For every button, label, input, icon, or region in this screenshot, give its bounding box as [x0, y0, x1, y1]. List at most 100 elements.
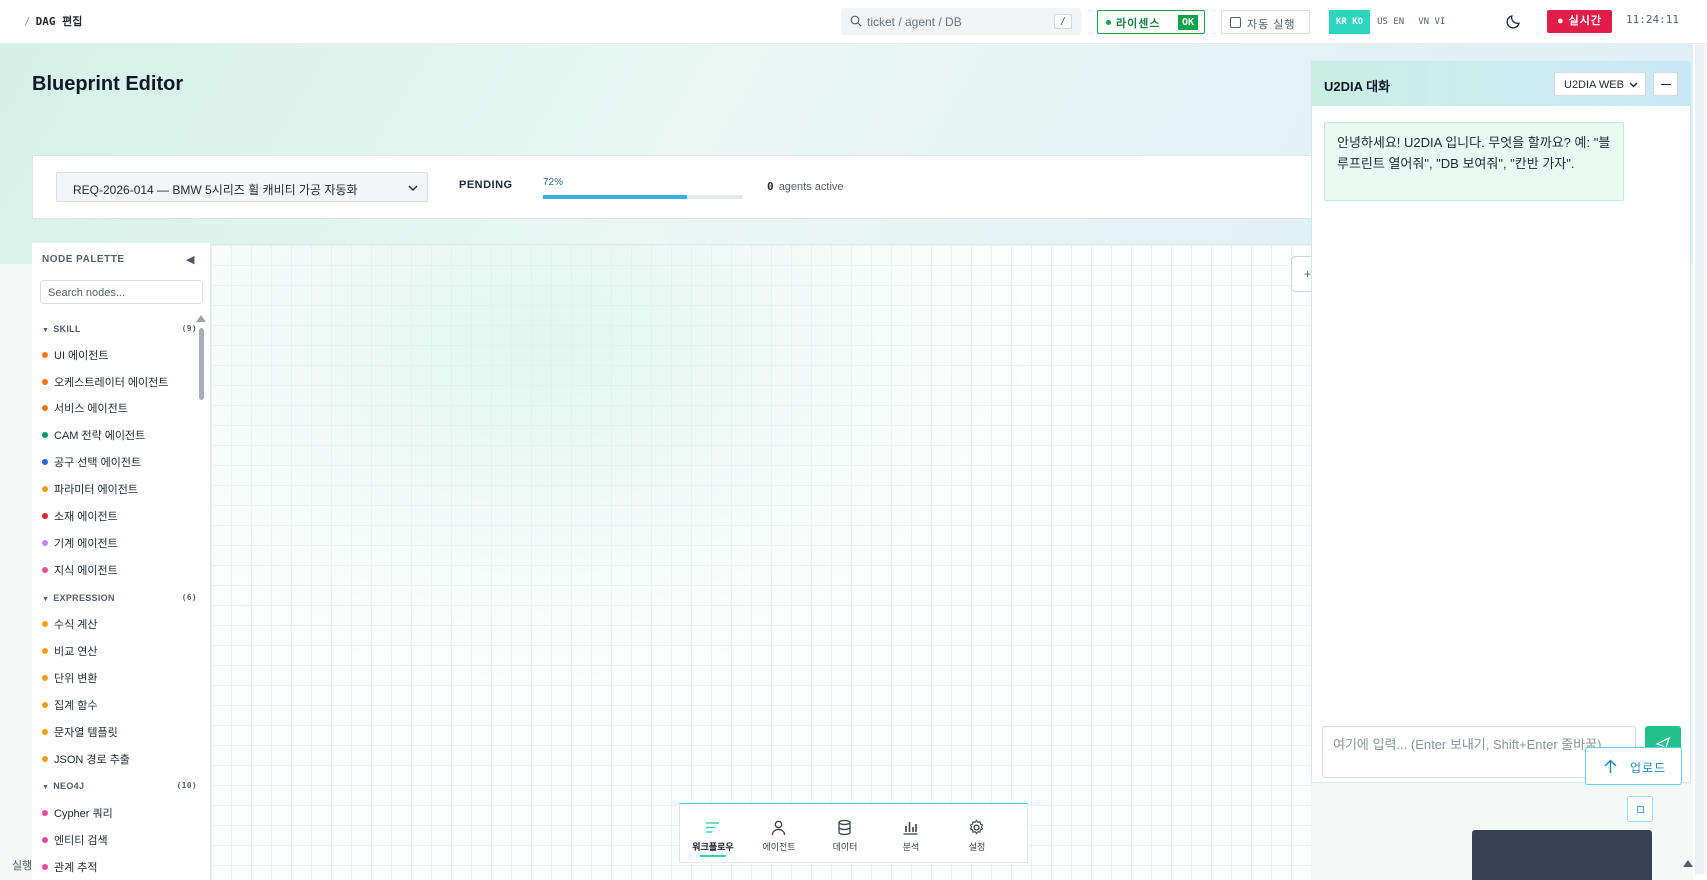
chat-header: U2DIA 대화 U2DIA WEB	[1312, 62, 1690, 106]
palette-section-neo4j[interactable]: ▼ NEO4J (10)	[42, 781, 197, 791]
node-color-dot	[42, 379, 48, 385]
palette-search[interactable]	[40, 280, 203, 304]
upload-label: 업로드	[1630, 761, 1667, 775]
chevron-down-icon	[408, 185, 418, 191]
node-color-dot	[42, 352, 48, 358]
palette-search-input[interactable]	[48, 285, 198, 300]
dock-data[interactable]: 데이터	[812, 804, 878, 862]
node-color-dot	[42, 864, 48, 870]
breadcrumb-current: DAG 편집	[35, 15, 83, 28]
palette-node[interactable]: 비교 연산	[42, 643, 98, 658]
license-ok-tag: OK	[1177, 15, 1198, 30]
node-color-dot	[42, 756, 48, 762]
dock-label: 워크플로우	[692, 842, 734, 852]
palette-node[interactable]: 집계 함수	[42, 697, 98, 712]
node-color-dot	[42, 621, 48, 627]
node-color-dot	[42, 702, 48, 708]
search-shortcut-hint: /	[1054, 14, 1072, 29]
dock-workflow[interactable]: 워크플로우	[680, 804, 746, 862]
palette-scrollbar-thumb[interactable]	[199, 328, 204, 400]
agent-icon	[771, 820, 786, 836]
progress-percent: 72%	[543, 177, 564, 188]
palette-node[interactable]: CAM 전략 에이전트	[42, 427, 145, 442]
node-color-dot	[42, 405, 48, 411]
run-panel-label[interactable]: 실행	[12, 857, 32, 873]
chat-panel: U2DIA 대화 U2DIA WEB 안녕하세요! U2DIA 입니다. 무엇을…	[1311, 61, 1691, 783]
request-select-value: REQ-2026-014 — BMW 5시리즈 휠 캐비티 가공 자동화	[73, 183, 358, 197]
fit-view-button[interactable]	[1627, 796, 1653, 822]
chat-mode-select[interactable]: U2DIA WEB	[1554, 72, 1646, 96]
page-title: Blueprint Editor	[32, 73, 184, 95]
autorun-toggle[interactable]: 자동 실행	[1221, 10, 1310, 34]
palette-node[interactable]: 지식 에이전트	[42, 562, 118, 577]
node-color-dot	[42, 432, 48, 438]
node-color-dot	[42, 567, 48, 573]
bottom-dock: 워크플로우 에이전트 데이터 분석 설정	[679, 803, 1028, 863]
palette-node[interactable]: 오케스트레이터 에이전트	[42, 374, 168, 389]
dock-agents[interactable]: 에이전트	[746, 804, 812, 862]
scroll-up-arrow-icon[interactable]	[196, 315, 206, 322]
clock: 11:24:11	[1626, 13, 1679, 26]
search-input[interactable]	[867, 12, 1037, 31]
palette-section-skill[interactable]: ▼ SKILL (9)	[42, 324, 197, 334]
frame-icon	[1637, 806, 1644, 813]
progress-bar	[543, 195, 743, 199]
minimap-panel[interactable]	[1472, 830, 1652, 880]
node-color-dot	[42, 837, 48, 843]
node-color-dot	[42, 648, 48, 654]
chat-mode-value: U2DIA WEB	[1564, 79, 1624, 91]
dock-settings[interactable]: 설정	[944, 804, 1010, 862]
page-scrollbar-track[interactable]	[1695, 44, 1705, 874]
chart-icon	[903, 822, 918, 835]
license-label: 라이센스	[1116, 18, 1161, 30]
request-select[interactable]: REQ-2026-014 — BMW 5시리즈 휠 캐비티 가공 자동화	[56, 172, 428, 202]
palette-node[interactable]: JSON 경로 추출	[42, 751, 130, 766]
node-color-dot	[42, 729, 48, 735]
dock-analysis[interactable]: 분석	[878, 804, 944, 862]
palette-node[interactable]: 서비스 에이전트	[42, 400, 128, 415]
palette-node[interactable]: 기계 에이전트	[42, 535, 118, 550]
palette-node[interactable]: 파라미터 에이전트	[42, 481, 138, 496]
palette-node[interactable]: 문자열 템플릿	[42, 724, 118, 739]
dag-canvas[interactable]	[211, 244, 1311, 880]
agents-count: 0	[767, 180, 774, 193]
autorun-label: 자동 실행	[1247, 19, 1296, 31]
lang-button-en[interactable]: US EN	[1370, 10, 1411, 34]
minus-icon	[1661, 84, 1671, 85]
palette-section-expression[interactable]: ▼ EXPRESSION (6)	[42, 593, 197, 603]
palette-node[interactable]: 소재 에이전트	[42, 508, 118, 523]
breadcrumb-separator: /	[24, 15, 31, 28]
palette-node[interactable]: 단위 변환	[42, 670, 98, 685]
node-color-dot	[42, 486, 48, 492]
lang-button-vi[interactable]: VN VI	[1411, 10, 1452, 34]
node-color-dot	[42, 675, 48, 681]
dark-mode-moon-icon[interactable]	[1506, 13, 1522, 29]
page-scrollbar[interactable]	[1693, 44, 1707, 880]
license-status-dot	[1106, 20, 1111, 25]
upload-button[interactable]: 업로드	[1585, 747, 1682, 785]
autorun-checkbox[interactable]	[1230, 17, 1241, 28]
live-status-button[interactable]: ● 실시간	[1547, 10, 1612, 33]
dock-label: 에이전트	[762, 842, 796, 852]
license-badge[interactable]: 라이센스 OK	[1097, 10, 1205, 34]
chevron-down-icon	[1629, 82, 1638, 88]
dock-label: 데이터	[832, 842, 858, 852]
palette-node[interactable]: Cypher 쿼리	[42, 805, 113, 820]
node-palette: NODE PALETTE ◀ ▼SKILL(9) UI 에이전트 오케스트레이터…	[32, 243, 211, 880]
palette-node[interactable]: 엔티티 검색	[42, 832, 108, 847]
minimize-button[interactable]	[1653, 72, 1678, 96]
palette-node[interactable]: 수식 계산	[42, 616, 98, 631]
arrow-up-icon	[1604, 759, 1617, 773]
palette-node[interactable]: 공구 선택 에이전트	[42, 454, 141, 469]
palette-node[interactable]: UI 에이전트	[42, 347, 109, 362]
chat-message-assistant: 안녕하세요! U2DIA 입니다. 무엇을 할까요? 예: "블루프린트 열어줘…	[1324, 122, 1624, 201]
status-badge: PENDING	[459, 179, 513, 191]
node-color-dot	[42, 459, 48, 465]
progress-bar-fill	[543, 195, 687, 199]
palette-node[interactable]: 관계 추적	[42, 859, 98, 874]
collapse-left-icon[interactable]: ◀	[186, 253, 194, 266]
lang-button-ko[interactable]: KR KO	[1329, 10, 1371, 34]
section-expanded-icon: ▼	[42, 784, 50, 791]
global-search[interactable]: /	[841, 8, 1081, 35]
scroll-arrow-icon[interactable]	[1683, 860, 1693, 867]
